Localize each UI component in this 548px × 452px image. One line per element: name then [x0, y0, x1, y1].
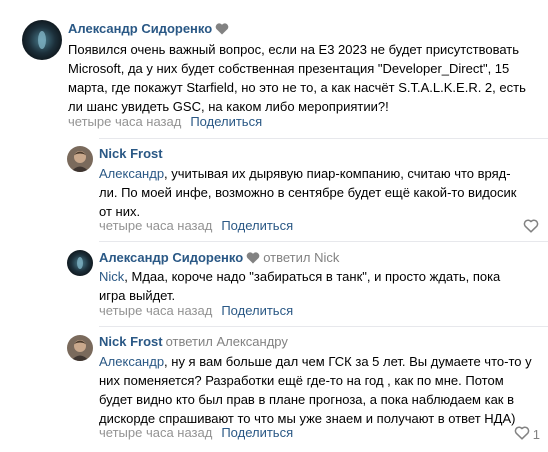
replied-to-link[interactable]: Nick: [314, 250, 339, 265]
comment-time[interactable]: четыре часа назад: [68, 114, 181, 129]
comment-text: Nick, Мдаа, короче надо "забираться в та…: [99, 267, 539, 305]
author-line: Nick Frost: [99, 146, 163, 162]
replied-label: ответил: [165, 334, 213, 349]
avatar[interactable]: [67, 146, 93, 172]
share-button[interactable]: Поделиться: [221, 218, 293, 233]
heart-icon: [215, 23, 229, 39]
author-line: Александр Сидоренко: [68, 21, 229, 39]
comment-time[interactable]: четыре часа назад: [99, 303, 212, 318]
comment-text: Александр, ну я вам больше дал чем ГСК з…: [99, 352, 544, 428]
share-button[interactable]: Поделиться: [221, 303, 293, 318]
author-line: Nick Frost ответил Александру: [99, 334, 288, 350]
comment-meta: четыре часа назад Поделиться: [99, 218, 293, 234]
comment-meta: четыре часа назад Поделиться: [99, 425, 293, 441]
comment-body: , ну я вам больше дал чем ГСК за 5 лет. …: [99, 354, 532, 426]
comment-meta: четыре часа назад Поделиться: [68, 114, 262, 130]
like-button[interactable]: [523, 219, 539, 236]
share-button[interactable]: Поделиться: [190, 114, 262, 129]
like-heart-icon: [514, 426, 530, 443]
share-button[interactable]: Поделиться: [221, 425, 293, 440]
replied-to-link[interactable]: Александру: [216, 334, 287, 349]
comment-text: Александр, учитывая их дырявую пиар-комп…: [99, 164, 539, 221]
like-count: 1: [532, 426, 540, 442]
author-name[interactable]: Nick Frost: [99, 146, 163, 161]
mention-link[interactable]: Александр: [99, 166, 164, 181]
author-name[interactable]: Nick Frost: [99, 334, 163, 349]
heart-icon: [246, 252, 260, 268]
author-line: Александр Сидоренко ответил Nick: [99, 250, 339, 268]
avatar[interactable]: [22, 20, 62, 60]
like-heart-icon: [523, 219, 539, 236]
comment-text: Появился очень важный вопрос, если на Е3…: [68, 42, 526, 114]
comment-meta: четыре часа назад Поделиться: [99, 303, 293, 319]
divider: [99, 241, 548, 242]
mention-link[interactable]: Nick: [99, 269, 124, 284]
avatar[interactable]: [67, 335, 93, 361]
author-name[interactable]: Александр Сидоренко: [68, 21, 212, 36]
divider: [99, 138, 548, 139]
replied-label: ответил: [263, 250, 311, 265]
like-button[interactable]: 1: [514, 426, 540, 443]
mention-link[interactable]: Александр: [99, 354, 164, 369]
comment-body: , Мдаа, короче надо "забираться в танк",…: [99, 269, 501, 303]
avatar[interactable]: [67, 250, 93, 276]
comment-time[interactable]: четыре часа назад: [99, 218, 212, 233]
author-name[interactable]: Александр Сидоренко: [99, 250, 243, 265]
divider: [99, 326, 548, 327]
comment-time[interactable]: четыре часа назад: [99, 425, 212, 440]
